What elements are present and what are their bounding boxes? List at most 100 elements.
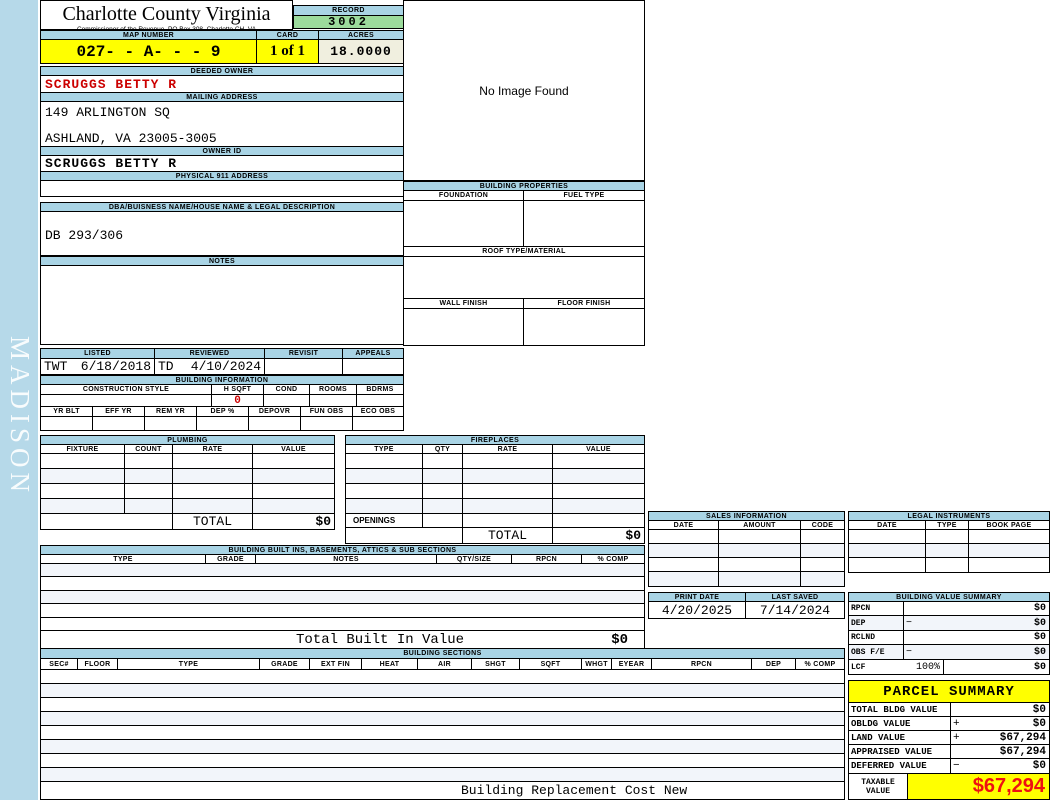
table-row	[41, 754, 844, 768]
parcel-row-appraised: APPRAISED VALUE $67,294	[849, 745, 1049, 759]
construction-style-value	[41, 395, 212, 406]
print-date-value: 4/20/2025	[649, 602, 746, 618]
foundation-label: FOUNDATION	[404, 191, 524, 200]
sales-information-table: DATE AMOUNT CODE	[648, 520, 845, 587]
bvs-label: OBS F/E	[849, 645, 904, 659]
listed-value: TWT 6/18/2018	[41, 359, 155, 374]
map-number-value: 027- - A- - - 9	[41, 40, 257, 63]
table-row	[41, 484, 334, 499]
sections-col-eyear: EYEAR	[612, 659, 652, 669]
builtins-total-row: Total Built In Value $0	[41, 631, 644, 648]
builtins-col-notes: NOTES	[256, 555, 437, 563]
builtins-col-grade: GRADE	[206, 555, 256, 563]
appeals-label: APPEALS	[343, 349, 403, 358]
parcel-label: APPRAISED VALUE	[849, 745, 951, 758]
table-row	[649, 558, 844, 572]
fireplaces-table: TYPE QTY RATE VALUE OPENINGS TOTAL $0	[345, 444, 645, 544]
table-row	[41, 768, 844, 782]
sales-col-date: DATE	[649, 521, 719, 529]
bvs-row-obs: OBS F/E − $0	[849, 645, 1049, 660]
fireplaces-total-label: TOTAL	[463, 528, 553, 543]
legal-instruments-table: DATE TYPE BOOK PAGE	[848, 520, 1050, 573]
dep-pct-label: DEP %	[197, 407, 249, 416]
parcel-row-land: LAND VALUE + $67,294	[849, 731, 1049, 745]
bvs-op: −	[906, 646, 913, 658]
appeals-value	[343, 359, 403, 374]
parcel-value: $67,294	[999, 731, 1046, 744]
fireplaces-total-row: TOTAL $0	[346, 528, 644, 543]
plumbing-total-row: TOTAL $0	[41, 514, 334, 529]
property-image-panel: No Image Found	[403, 0, 645, 181]
table-row	[649, 530, 844, 544]
vendor-brand-madison: MADISON	[5, 336, 35, 498]
reviewed-value: TD 4/10/2024	[155, 359, 265, 374]
parcel-op: +	[953, 717, 960, 730]
parcel-label: DEFERRED VALUE	[849, 759, 951, 773]
notes-box	[40, 265, 404, 345]
builtins-total-value: $0	[611, 631, 628, 648]
ecoobs-label: ECO OBS	[360, 408, 396, 415]
bvs-label: RPCN	[849, 602, 904, 615]
sections-col-whgt: WHGT	[582, 659, 612, 669]
table-row	[41, 712, 844, 726]
plumbing-col-fixture: FIXTURE	[41, 445, 125, 453]
rooms-label: ROOMS	[310, 385, 357, 394]
reviewed-date: 4/10/2024	[190, 359, 261, 374]
building-value-summary-table: RPCN $0 DEP − $0 RCLND $0 OBS F/E − $0 L…	[848, 601, 1050, 675]
record-value: 3002	[293, 15, 404, 29]
building-properties-table: FOUNDATION FUEL TYPE ROOF TYPE/MATERIAL …	[403, 190, 645, 346]
effyr-label: EFF YR	[93, 407, 145, 416]
cond-value	[264, 395, 310, 406]
sections-col-air: AIR	[418, 659, 472, 669]
fireplaces-col-type: TYPE	[346, 445, 423, 453]
floor-finish-label: FLOOR FINISH	[557, 300, 611, 307]
table-row	[41, 670, 844, 684]
table-row	[41, 604, 644, 618]
bvs-lcf-pct: 100%	[915, 661, 940, 673]
acres-label: ACRES	[319, 31, 403, 39]
last-saved-label: LAST SAVED	[746, 593, 844, 601]
parcel-label: LAND VALUE	[849, 731, 951, 744]
no-image-text: No Image Found	[479, 83, 569, 98]
bvs-label: RCLND	[849, 631, 904, 644]
fuel-type-label: FUEL TYPE	[563, 192, 605, 199]
effyr-value	[93, 417, 145, 430]
print-info-table: PRINT DATE LAST SAVED 4/20/2025 7/14/202…	[648, 592, 845, 619]
parcel-summary-title: PARCEL SUMMARY	[848, 680, 1050, 703]
roof-type-value	[404, 257, 644, 298]
parcel-row-obldg: OBLDG VALUE + $0	[849, 717, 1049, 731]
taxable-value-row: TAXABLE VALUE $67,294	[848, 773, 1050, 800]
parcel-op: +	[953, 731, 960, 744]
yrblt-label: YR BLT	[41, 407, 93, 416]
table-row	[41, 499, 334, 514]
taxable-value: $67,294	[972, 775, 1045, 797]
table-row	[346, 454, 644, 469]
bvs-row-rclnd: RCLND $0	[849, 631, 1049, 645]
sections-col-shgt: SHGT	[472, 659, 520, 669]
plumbing-total-value: $0	[315, 514, 331, 529]
revisit-label: REVISIT	[265, 349, 343, 358]
card-value: 1 of 1	[257, 40, 319, 63]
table-row	[649, 544, 844, 558]
table-row	[346, 484, 644, 499]
fireplaces-openings-label: OPENINGS	[346, 514, 423, 527]
map-card-acres-table: MAP NUMBER CARD ACRES 027- - A- - - 9 1 …	[40, 30, 404, 64]
funobs-label: FUN OBS	[301, 407, 353, 416]
builtins-col-comp: % COMP	[597, 555, 629, 563]
wall-finish-label: WALL FINISH	[404, 299, 524, 308]
sales-col-amount: AMOUNT	[719, 521, 801, 529]
listed-code: TWT	[44, 359, 68, 374]
table-row	[41, 564, 644, 577]
bvs-op: −	[906, 617, 913, 629]
table-row	[41, 698, 844, 712]
fireplaces-openings-row: OPENINGS	[346, 514, 644, 528]
builtins-total-label: Total Built In Value	[296, 631, 465, 648]
table-row	[41, 454, 334, 469]
builtins-col-qtysize: QTY/SIZE	[437, 555, 512, 563]
dba-legal-value: DB 293/306	[45, 228, 124, 243]
sections-col-type: TYPE	[118, 659, 260, 669]
plumbing-col-count: COUNT	[125, 445, 173, 453]
table-row	[41, 684, 844, 698]
plumbing-table: FIXTURE COUNT RATE VALUE TOTAL $0	[40, 444, 335, 530]
table-row	[849, 558, 1049, 572]
